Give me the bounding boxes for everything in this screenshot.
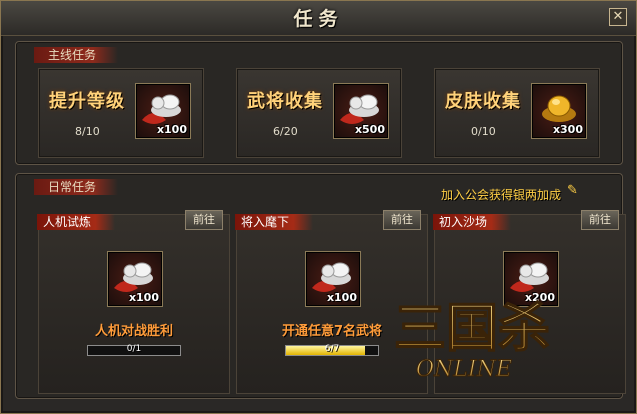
window-title: 任务 [293, 8, 344, 30]
main-quest-card-level: 提升等级 8/10 x100 [38, 68, 204, 158]
title-bar: 任务 ✕ [1, 1, 636, 36]
progress-text: 6/7 [324, 344, 340, 354]
close-button[interactable]: ✕ [609, 8, 627, 26]
main-quest-section: 主线任务 提升等级 8/10 x100 武将收集 6/20 x500 皮肤收集 … [15, 41, 623, 165]
logo-title: 三国杀 [394, 298, 550, 359]
daily-quest-label: 日常任务 [34, 179, 119, 195]
task-window: 任务 ✕ 主线任务 提升等级 8/10 x100 武将收集 6/20 x500 … [0, 0, 637, 414]
guild-bonus-text: 加入公会获得银两加成 [441, 188, 562, 202]
go-button[interactable]: 前往 [383, 210, 421, 230]
reward-quantity: x100 [326, 291, 357, 304]
main-quest-card-skins: 皮肤收集 0/10 x300 [434, 68, 600, 158]
quest-title: 武将收集 [247, 91, 323, 112]
quest-progress: 6/20 [273, 125, 298, 138]
daily-quest-card-ai-trial: 人机试炼 前往 x100 人机对战胜利 0/1 [37, 210, 230, 394]
main-quest-label: 主线任务 [34, 47, 119, 63]
progress-text: 0/1 [126, 344, 142, 354]
quest-progress: 0/10 [471, 125, 496, 138]
reward-slot[interactable]: x100 [135, 83, 191, 139]
progress-bar: 0/1 [87, 344, 181, 356]
quest-title: 人机试炼 [37, 214, 116, 230]
quest-title: 提升等级 [49, 91, 125, 112]
main-quest-card-generals: 武将收集 6/20 x500 [236, 68, 402, 158]
game-logo: 三国杀 ONLINE [393, 297, 551, 382]
quest-title: 初入沙场 [433, 214, 512, 230]
reward-slot[interactable]: x300 [531, 83, 587, 139]
progress-bar: 6/7 [285, 344, 379, 356]
quest-title: 将入麾下 [235, 214, 314, 230]
quest-goal: 人机对战胜利 [94, 324, 173, 339]
reward-quantity: x100 [156, 123, 187, 136]
go-button[interactable]: 前往 [581, 210, 619, 230]
quest-progress: 8/10 [75, 125, 100, 138]
guild-bonus-icon[interactable]: ✎ [567, 184, 581, 198]
reward-slot[interactable]: x100 [305, 251, 361, 307]
reward-quantity: x100 [128, 291, 159, 304]
reward-quantity: x300 [552, 123, 583, 136]
quest-title: 皮肤收集 [445, 91, 521, 112]
reward-slot[interactable]: x500 [333, 83, 389, 139]
logo-subtitle: ONLINE [416, 357, 512, 382]
go-button[interactable]: 前往 [185, 210, 223, 230]
reward-slot[interactable]: x100 [107, 251, 163, 307]
reward-quantity: x500 [354, 123, 385, 136]
